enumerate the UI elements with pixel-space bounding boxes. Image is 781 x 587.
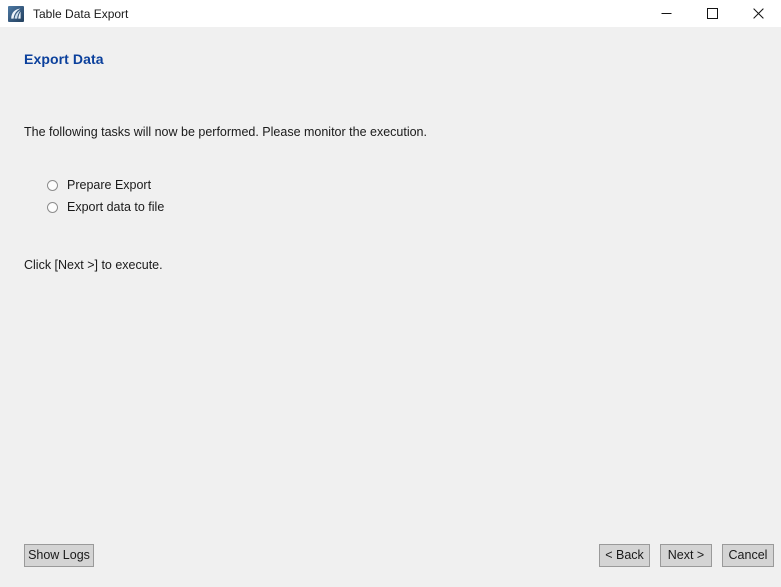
task-list: Prepare Export Export data to file <box>47 174 164 218</box>
title-bar: Table Data Export <box>0 0 781 27</box>
task-label: Prepare Export <box>67 178 152 192</box>
minimize-icon <box>661 8 672 19</box>
close-icon <box>752 8 764 19</box>
maximize-button[interactable] <box>689 0 735 27</box>
execute-hint-text: Click [Next >] to execute. <box>24 258 163 272</box>
window-controls <box>643 0 781 27</box>
page-title: Export Data <box>24 51 104 67</box>
maximize-icon <box>706 8 718 19</box>
list-item: Export data to file <box>47 196 164 218</box>
window-title: Table Data Export <box>33 6 129 21</box>
cancel-button[interactable]: Cancel <box>722 544 774 567</box>
table-data-export-window: Table Data Export Export Data The follow… <box>0 0 781 587</box>
minimize-button[interactable] <box>643 0 689 27</box>
task-label: Export data to file <box>67 200 165 214</box>
content-area: Export Data The following tasks will now… <box>0 27 781 587</box>
back-button[interactable]: < Back <box>599 544 650 567</box>
app-icon <box>8 5 24 22</box>
intro-text: The following tasks will now be performe… <box>24 125 427 139</box>
show-logs-button[interactable]: Show Logs <box>24 544 94 567</box>
list-item: Prepare Export <box>47 174 164 196</box>
next-button[interactable]: Next > <box>660 544 712 567</box>
close-button[interactable] <box>735 0 781 27</box>
task-status-icon <box>47 179 58 191</box>
task-status-icon <box>47 201 58 213</box>
